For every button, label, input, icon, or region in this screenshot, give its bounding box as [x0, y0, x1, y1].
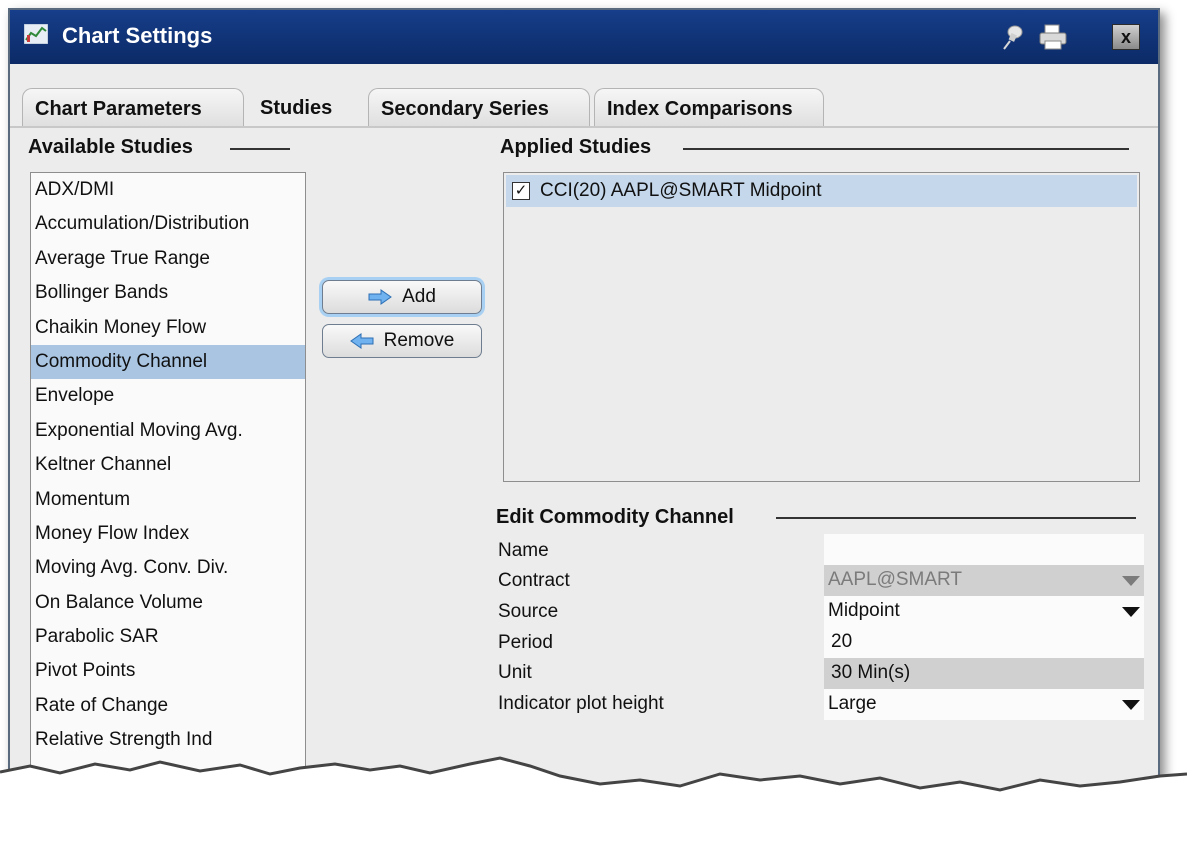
- applied-studies-list[interactable]: ✓ CCI(20) AAPL@SMART Midpoint: [503, 172, 1140, 482]
- torn-edge: [0, 756, 1187, 847]
- applied-study-item[interactable]: ✓ CCI(20) AAPL@SMART Midpoint: [506, 175, 1137, 207]
- list-item[interactable]: ADX/DMI: [31, 173, 305, 207]
- list-item[interactable]: On Balance Volume: [31, 586, 305, 620]
- list-item[interactable]: Parabolic SAR: [31, 620, 305, 654]
- available-studies-heading: Available Studies: [28, 136, 193, 158]
- window-title: Chart Settings: [62, 23, 213, 48]
- period-label: Period: [498, 632, 553, 653]
- close-button[interactable]: x: [1112, 24, 1140, 50]
- tab-label: Index Comparisons: [607, 98, 793, 120]
- list-item[interactable]: Envelope: [31, 379, 305, 413]
- available-studies-list[interactable]: ADX/DMI Accumulation/Distribution Averag…: [30, 172, 306, 812]
- list-item[interactable]: Money Flow Index: [31, 517, 305, 551]
- applied-studies-heading: Applied Studies: [500, 136, 652, 158]
- pin-icon[interactable]: [998, 22, 1028, 52]
- list-item[interactable]: Average True Range: [31, 242, 305, 276]
- tab-label: Studies: [260, 97, 333, 119]
- plot-height-dropdown[interactable]: Large: [824, 689, 1144, 720]
- tab-index-comparisons[interactable]: Index Comparisons: [594, 88, 824, 128]
- applied-study-label: CCI(20) AAPL@SMART Midpoint: [540, 180, 822, 201]
- list-item[interactable]: Accumulation/Distribution: [31, 207, 305, 241]
- tab-studies[interactable]: Studies: [248, 88, 366, 128]
- chevron-down-icon[interactable]: [1122, 700, 1140, 710]
- tab-secondary-series[interactable]: Secondary Series: [368, 88, 590, 128]
- source-label: Source: [498, 601, 559, 622]
- list-item[interactable]: Exponential Moving Avg.: [31, 414, 305, 448]
- period-field[interactable]: 20: [824, 627, 1144, 658]
- chart-settings-window: Chart Settings x Chart Parameters Studie…: [8, 8, 1160, 812]
- chevron-down-icon[interactable]: [1122, 607, 1140, 617]
- tab-label: Chart Parameters: [35, 98, 202, 120]
- edit-section-heading: Edit Commodity Channel: [496, 506, 734, 528]
- applied-study-checkbox[interactable]: ✓: [512, 182, 530, 200]
- section-divider: [230, 148, 290, 150]
- list-item[interactable]: Rate of Change: [31, 689, 305, 723]
- source-value: Midpoint: [828, 600, 900, 621]
- contract-label: Contract: [498, 570, 570, 591]
- tab-divider: [10, 126, 1158, 128]
- list-item[interactable]: Keltner Channel: [31, 448, 305, 482]
- list-item[interactable]: Chaikin Money Flow: [31, 311, 305, 345]
- add-button-label: Add: [402, 286, 436, 307]
- list-item[interactable]: Momentum: [31, 483, 305, 517]
- printer-icon[interactable]: [1036, 22, 1070, 52]
- source-dropdown[interactable]: Midpoint: [824, 596, 1144, 627]
- unit-label: Unit: [498, 662, 532, 683]
- unit-field[interactable]: 30 Min(s): [824, 658, 1144, 689]
- arrow-left-icon: [349, 333, 374, 349]
- title-bar[interactable]: Chart Settings x: [10, 10, 1158, 64]
- contract-value: AAPL@SMART: [828, 569, 963, 590]
- list-item[interactable]: Moving Avg. Conv. Div.: [31, 551, 305, 585]
- section-divider: [776, 517, 1136, 519]
- chart-app-icon: [24, 24, 48, 44]
- tab-chart-parameters[interactable]: Chart Parameters: [22, 88, 244, 128]
- contract-dropdown: AAPL@SMART: [824, 565, 1144, 596]
- list-item-selected[interactable]: Commodity Channel: [31, 344, 305, 380]
- section-divider: [683, 148, 1129, 150]
- name-label: Name: [498, 540, 549, 561]
- chevron-down-icon: [1122, 576, 1140, 586]
- list-item[interactable]: Bollinger Bands: [31, 276, 305, 310]
- remove-button[interactable]: Remove: [322, 324, 482, 358]
- close-icon: x: [1120, 27, 1131, 47]
- list-item[interactable]: Pivot Points: [31, 654, 305, 688]
- name-field[interactable]: [824, 534, 1144, 565]
- plot-height-value: Large: [828, 693, 877, 714]
- plot-height-label: Indicator plot height: [498, 693, 664, 714]
- tab-label: Secondary Series: [381, 98, 549, 120]
- add-button[interactable]: Add: [322, 280, 482, 314]
- remove-button-label: Remove: [383, 330, 455, 351]
- arrow-right-icon: [368, 289, 392, 305]
